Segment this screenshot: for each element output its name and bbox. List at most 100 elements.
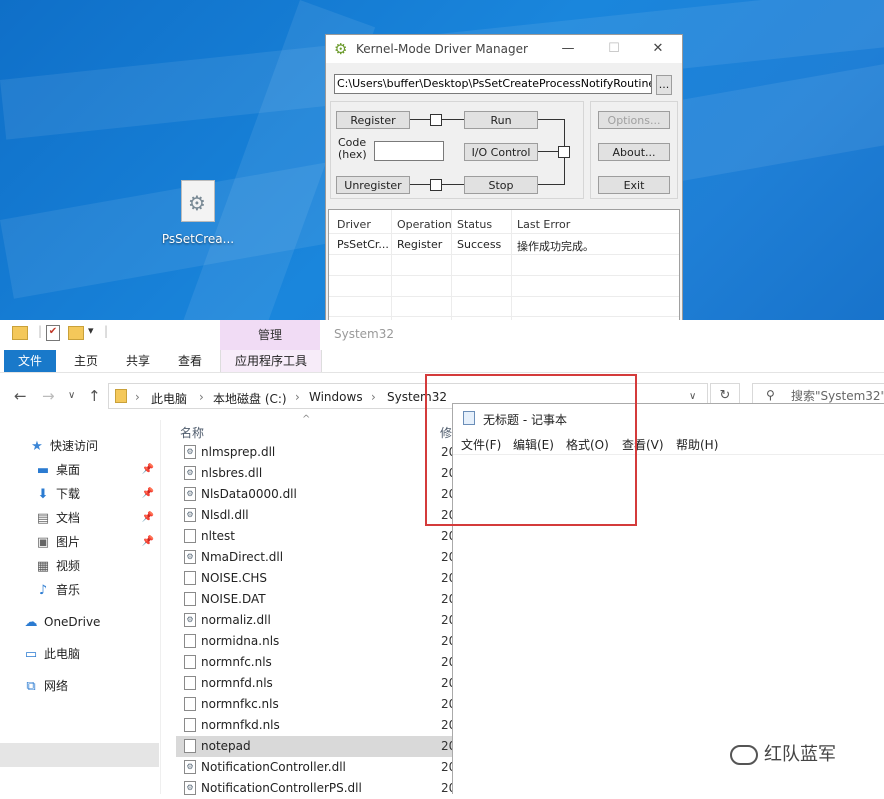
file-row[interactable]: normnfc.nls 20 <box>176 652 456 673</box>
run-button[interactable]: Run <box>464 111 538 129</box>
file-row[interactable]: ⚙ NlsData0000.dll 20 <box>176 484 456 505</box>
pin-icon: 📌 <box>141 536 154 547</box>
driver-path-input[interactable]: C:\Users\buffer\Desktop\PsSetCreateProce… <box>334 74 652 94</box>
back-arrow-icon[interactable]: ← <box>14 387 27 405</box>
music-icon: ♪ <box>38 583 48 598</box>
file-name: NOISE.DAT <box>201 592 266 606</box>
desktop-file-icon[interactable]: PsSetCrea... <box>160 180 236 250</box>
connector-line <box>538 184 564 185</box>
file-row[interactable]: notepad 20 <box>176 736 456 757</box>
file-name: notepad <box>201 739 251 753</box>
kmdm-titlebar: ⚙ Kernel-Mode Driver Manager — ☐ ✕ <box>326 35 682 63</box>
file-name: normnfkd.nls <box>201 718 280 732</box>
unregister-button[interactable]: Unregister <box>336 176 410 194</box>
address-dropdown-icon[interactable]: ∨ <box>689 391 696 402</box>
nav-music[interactable]: ♪ 音乐 <box>34 578 158 602</box>
file-row[interactable]: normnfkd.nls 20 <box>176 715 456 736</box>
file-name: Nlsdl.dll <box>201 508 249 522</box>
nav-documents[interactable]: ▤ 文档 📌 <box>34 506 158 530</box>
qat-dropdown-icon[interactable]: ▾ <box>88 324 94 337</box>
code-hex-input[interactable] <box>374 141 444 161</box>
file-icon: ⚙ <box>184 466 196 480</box>
file-row[interactable]: ⚙ nlsbres.dll 20 <box>176 463 456 484</box>
file-row[interactable]: NOISE.DAT 20 <box>176 589 456 610</box>
quick-access-toolbar: | ✔ ▾ | 管理 System32 <box>0 320 884 350</box>
nav-network[interactable]: ⧉ 网络 <box>22 674 158 698</box>
file-row[interactable]: normnfd.nls 20 <box>176 673 456 694</box>
stop-button[interactable]: Stop <box>464 176 538 194</box>
nav-quick-access[interactable]: ★ 快速访问 <box>28 434 158 458</box>
list-cell-operation: Register <box>397 238 443 251</box>
context-tab-manage[interactable]: 管理 <box>220 320 320 350</box>
file-row[interactable]: ⚙ nlmsprep.dll 20 <box>176 442 456 463</box>
list-cell-last-error: 操作成功完成。 <box>517 240 594 253</box>
file-row[interactable]: ⚙ NotificationControllerPS.dll 20 <box>176 778 456 799</box>
nav-downloads[interactable]: ⬇ 下载 📌 <box>34 482 158 506</box>
breadcrumb-c-drive[interactable]: 本地磁盘 (C:) <box>213 390 287 407</box>
pin-icon: 📌 <box>141 512 154 523</box>
browse-button[interactable]: ... <box>656 75 672 95</box>
highlight-box <box>425 374 637 526</box>
kmdm-window: ⚙ Kernel-Mode Driver Manager — ☐ ✕ C:\Us… <box>325 34 683 324</box>
video-icon: ▦ <box>36 559 50 574</box>
status-list[interactable]: Driver Operation Status Last Error PsSet… <box>328 209 680 323</box>
file-icon: ⚙ <box>184 508 196 522</box>
forward-arrow-icon[interactable]: → <box>42 387 55 405</box>
about-button[interactable]: About... <box>598 143 670 161</box>
file-name: NlsData0000.dll <box>201 487 297 501</box>
file-name: nlsbres.dll <box>201 466 263 480</box>
list-header-last-error[interactable]: Last Error <box>517 218 570 231</box>
file-name: normaliz.dll <box>201 613 271 627</box>
list-header-driver[interactable]: Driver <box>337 218 371 231</box>
file-name: normidna.nls <box>201 634 280 648</box>
nav-videos[interactable]: ▦ 视频 <box>34 554 158 578</box>
file-row[interactable]: ⚙ Nlsdl.dll 20 <box>176 505 456 526</box>
column-header-name[interactable]: 名称 <box>180 424 204 441</box>
breadcrumb-this-pc[interactable]: 此电脑 <box>151 390 187 407</box>
options-button[interactable]: Options... <box>598 111 670 129</box>
file-icon: ⚙ <box>184 760 196 774</box>
io-control-button[interactable]: I/O Control <box>464 143 538 161</box>
exit-button[interactable]: Exit <box>598 176 670 194</box>
up-arrow-icon[interactable]: ↑ <box>88 387 101 405</box>
file-icon <box>184 718 196 732</box>
file-name: normnfd.nls <box>201 676 273 690</box>
file-list: ^ 名称 修 ⚙ nlmsprep.dll 20 ⚙ nlsbres.dll 20 ⚙ Nls… <box>176 414 456 795</box>
tab-home[interactable]: 主页 <box>74 350 98 372</box>
list-header-status[interactable]: Status <box>457 218 492 231</box>
recent-chevron-icon[interactable]: ∨ <box>68 390 75 401</box>
file-icon: ⚙ <box>184 613 196 627</box>
file-row[interactable]: ⚙ normaliz.dll 20 <box>176 610 456 631</box>
tab-application-tools[interactable]: 应用程序工具 <box>220 350 322 372</box>
tab-view[interactable]: 查看 <box>178 350 202 372</box>
file-row[interactable]: normnfkc.nls 20 <box>176 694 456 715</box>
file-row[interactable]: normidna.nls 20 <box>176 631 456 652</box>
minimize-icon[interactable]: — <box>558 39 578 59</box>
file-icon <box>184 529 196 543</box>
list-header-operation[interactable]: Operation <box>397 218 452 231</box>
file-row[interactable]: ⚙ NmaDirect.dll 20 <box>176 547 456 568</box>
nav-onedrive[interactable]: ☁ OneDrive <box>22 610 158 634</box>
file-icon <box>184 634 196 648</box>
connector-line <box>538 151 558 152</box>
new-folder-icon[interactable] <box>68 326 84 340</box>
computer-icon: ▭ <box>24 647 38 662</box>
menu-help[interactable]: 帮助(H) <box>676 436 718 453</box>
file-name: nltest <box>201 529 235 543</box>
register-button[interactable]: Register <box>336 111 410 129</box>
file-icon <box>184 571 196 585</box>
file-row[interactable]: ⚙ NotificationController.dll 20 <box>176 757 456 778</box>
properties-icon[interactable]: ✔ <box>46 325 60 341</box>
file-row[interactable]: nltest 20 <box>176 526 456 547</box>
file-icon: ⚙ <box>184 781 196 795</box>
nav-this-pc[interactable]: ▭ 此电脑 <box>22 642 158 666</box>
run-state-box <box>558 146 570 158</box>
tab-share[interactable]: 共享 <box>126 350 150 372</box>
breadcrumb-windows[interactable]: Windows <box>309 390 363 404</box>
tab-file[interactable]: 文件 <box>4 350 56 372</box>
close-icon[interactable]: ✕ <box>648 39 668 59</box>
nav-pictures[interactable]: ▣ 图片 📌 <box>34 530 158 554</box>
maximize-icon[interactable]: ☐ <box>604 39 624 59</box>
file-row[interactable]: NOISE.CHS 20 <box>176 568 456 589</box>
nav-desktop[interactable]: ▬ 桌面 📌 <box>34 458 158 482</box>
